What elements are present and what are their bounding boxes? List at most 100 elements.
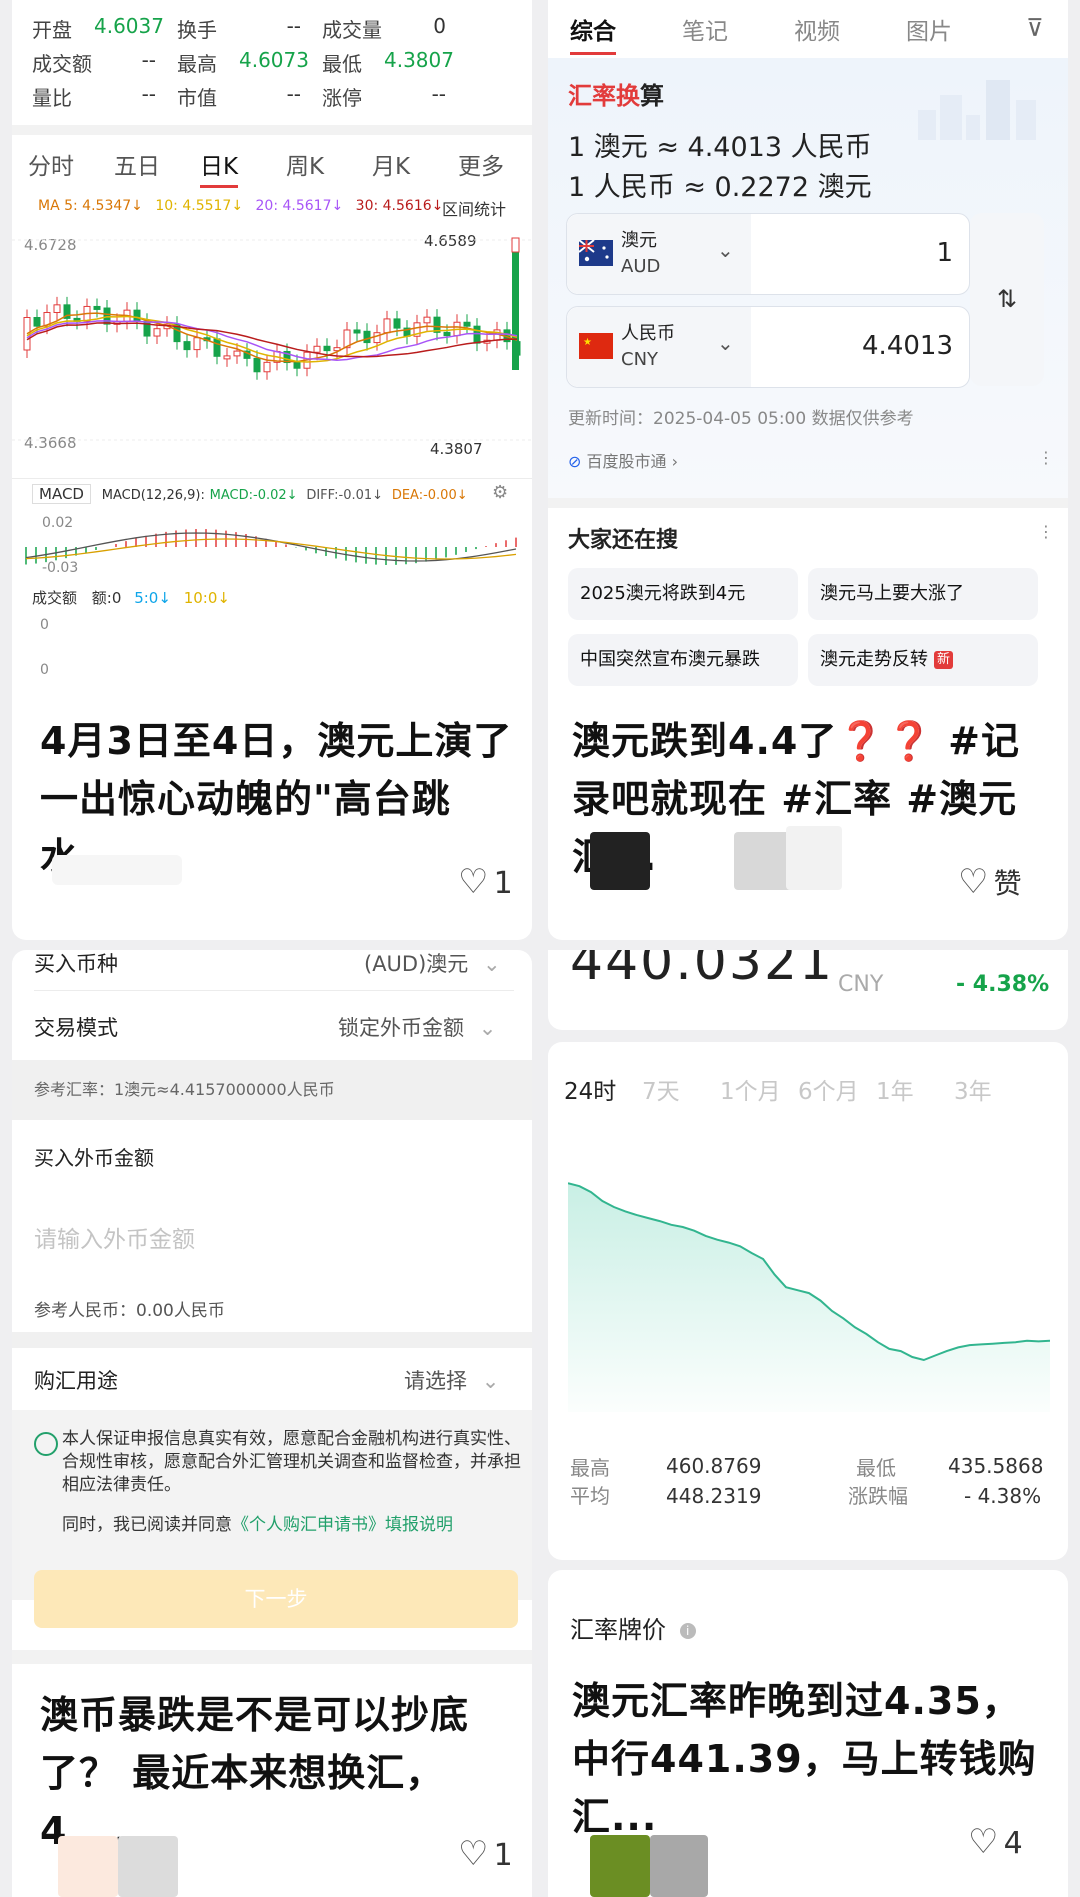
chevron-down-icon: ⌄ [481, 1369, 500, 1393]
heart-icon: ♡ [458, 1834, 489, 1874]
buy-currency-select[interactable]: (AUD)澳元 ⌄ [364, 950, 501, 978]
search-suggestion-chip[interactable]: 中国突然宣布澳元暴跌 [568, 634, 798, 686]
period-tab[interactable]: 更多 [458, 147, 504, 181]
candle [383, 318, 391, 334]
filter-icon[interactable]: ⊽ [1026, 14, 1044, 42]
candle [323, 345, 331, 352]
chevron-down-icon: ⌄ [482, 952, 501, 976]
range-tab[interactable]: 24时 [564, 1072, 616, 1106]
search-tab[interactable]: 图片 [906, 12, 952, 46]
agree-checkbox[interactable] [34, 1432, 58, 1456]
volume-label: 成交额 [32, 589, 78, 607]
candle [263, 361, 271, 373]
swap-icon[interactable]: ⇅ [970, 213, 1044, 386]
converter-title-red: 汇率换 [568, 82, 640, 110]
volume-ma5: 5:0↓ [134, 589, 171, 607]
post-title[interactable]: 澳币暴跌是不是可以抄底了？ 最近本来想换汇，4.... [40, 1686, 520, 1860]
range-stats-button[interactable]: 区间统计 [442, 196, 506, 220]
agreement-link[interactable]: 《个人购汇申请书》填报说明 [232, 1515, 453, 1535]
candle [353, 329, 361, 334]
candle [423, 316, 431, 324]
search-result-card[interactable]: 综合 笔记 视频 图片 ⊽ 汇率换算 1 澳元 ≈ 4.4013 人民币 1 人民币 … [548, 0, 1068, 940]
more-icon[interactable]: ⋮ [1038, 448, 1054, 467]
candle [363, 330, 371, 344]
more-icon[interactable]: ⋮ [1038, 522, 1054, 541]
macd-select[interactable]: MACD [32, 484, 91, 504]
like-button[interactable]: ♡ 赞 [958, 862, 1022, 902]
header-value: -- [431, 82, 446, 106]
post-title[interactable]: 澳元汇率昨晚到过4.35，中行441.39，马上转钱购汇... [572, 1672, 1052, 1846]
like-button[interactable]: ♡ 4 [968, 1822, 1023, 1862]
divider [548, 498, 1068, 508]
stat-high: 460.8769 [666, 1454, 762, 1478]
amount-label: 买入外币金额 [34, 1146, 154, 1170]
suggestion-label: 2025澳元将跌到4元 [580, 583, 746, 604]
from-currency-row: 澳元 AUD ⌄ 1 [566, 213, 970, 295]
declaration-text: 本人保证申报信息真实有效，愿意配合金融机构进行真实性、合规性审核，愿意配合外汇管… [62, 1429, 521, 1495]
svg-text:★: ★ [583, 337, 592, 348]
agreement-line: 同时，我已阅读并同意《个人购汇申请书》填报说明 [62, 1510, 453, 1535]
like-count: 1 [493, 1838, 513, 1873]
amount-input[interactable]: 请输入外币金额 [34, 1220, 195, 1254]
chevron-down-icon: ⌄ [478, 1016, 497, 1040]
converter-title-black: 算 [640, 82, 664, 110]
suggestion-label: 澳元马上要大涨了 [820, 583, 964, 604]
quote-post-card[interactable]: 汇率牌价 i 澳元汇率昨晚到过4.35，中行441.39，马上转钱购汇... ♡… [548, 1570, 1068, 1897]
period-tab[interactable]: 分时 [28, 147, 74, 181]
search-suggestion-chip[interactable]: 2025澳元将跌到4元 [568, 568, 798, 620]
new-badge: 新 [934, 651, 954, 669]
search-tab[interactable]: 笔记 [682, 12, 728, 46]
ma30-label: 30: 4.5616↓ [355, 198, 444, 214]
rate-price-card[interactable]: 440.0321 CNY - 4.38% [548, 950, 1068, 1030]
from-amount-input[interactable]: 1 [936, 238, 953, 268]
settings-icon[interactable]: ⚙ [492, 482, 508, 503]
range-tab[interactable]: 1个月 [720, 1072, 781, 1106]
header-value: -- [286, 14, 301, 38]
period-tab[interactable]: 五日 [114, 147, 160, 181]
info-icon[interactable]: i [679, 1623, 696, 1639]
range-tab[interactable]: 1年 [876, 1072, 914, 1106]
range-tab[interactable]: 6个月 [798, 1072, 859, 1106]
like-button[interactable]: ♡ 1 [458, 862, 513, 902]
stock-kline-card[interactable]: 开盘 4.6037 换手 -- 成交量 0 成交额 -- 最高 4.6073 最低 4.3807 量比 -… [12, 0, 532, 940]
range-tabs: 24时 7天 1个月 6个月 1年 3年 [548, 1072, 1068, 1108]
candle [463, 321, 471, 327]
to-amount-input[interactable]: 4.4013 [862, 331, 953, 361]
candle [313, 345, 321, 353]
period-tab[interactable]: 月K [372, 147, 410, 181]
from-currency-code: AUD [621, 256, 661, 277]
source-link[interactable]: ⊘ 百度股市通 › [568, 448, 678, 472]
chevron-down-icon: ⌄ [717, 331, 734, 355]
period-tab[interactable]: 周K [286, 147, 324, 181]
header-key: 市值 [177, 86, 217, 110]
fx-purchase-card[interactable]: 买入币种 (AUD)澳元 ⌄ 交易模式 锁定外币金额 ⌄ 参考汇率：1澳元≈4.… [12, 950, 532, 1897]
mode-select[interactable]: 锁定外币金额 ⌄ [338, 1012, 496, 1042]
period-tab[interactable]: 日K [200, 147, 239, 188]
converter-title: 汇率换算 [568, 76, 664, 111]
stat-avg: 448.2319 [666, 1484, 762, 1508]
macd-chart [25, 529, 517, 565]
rate-line-1: 1 澳元 ≈ 4.4013 人民币 [568, 132, 872, 163]
search-tab[interactable]: 视频 [794, 12, 840, 46]
volume-legend: 成交额 额:0 5:0↓ 10:0↓ [32, 587, 230, 608]
stock-header-grid: 开盘 4.6037 换手 -- 成交量 0 成交额 -- 最高 4.6073 最低 4.3807 量比 -… [32, 14, 522, 116]
range-tab[interactable]: 7天 [642, 1072, 680, 1106]
to-currency-code: CNY [621, 349, 659, 370]
next-button[interactable]: 下一步 [34, 1570, 518, 1628]
candle [511, 237, 520, 253]
like-count: 赞 [993, 867, 1022, 900]
search-tabs: 综合 笔记 视频 图片 [548, 12, 1068, 58]
stat-chg-label: 涨跌幅 [848, 1484, 908, 1508]
header-row: 量比 -- 市值 -- 涨停 -- [32, 82, 522, 116]
image-blur [650, 1835, 708, 1897]
suggestion-label: 中国突然宣布澳元暴跌 [580, 649, 760, 670]
purpose-select[interactable]: 请选择 ⌄ [404, 1365, 499, 1395]
rate-chart-card[interactable]: 24时 7天 1个月 6个月 1年 3年 最高 460.8769 最低 435.5868 … [548, 1042, 1068, 1560]
search-suggestion-chip[interactable]: 澳元马上要大涨了 [808, 568, 1038, 620]
search-suggestion-chip[interactable]: 澳元走势反转新 [808, 634, 1038, 686]
header-key: 成交量 [322, 18, 382, 42]
like-button[interactable]: ♡ 1 [458, 1834, 513, 1874]
search-tab[interactable]: 综合 [570, 12, 616, 55]
range-tab[interactable]: 3年 [954, 1072, 992, 1106]
header-value: -- [286, 82, 301, 106]
